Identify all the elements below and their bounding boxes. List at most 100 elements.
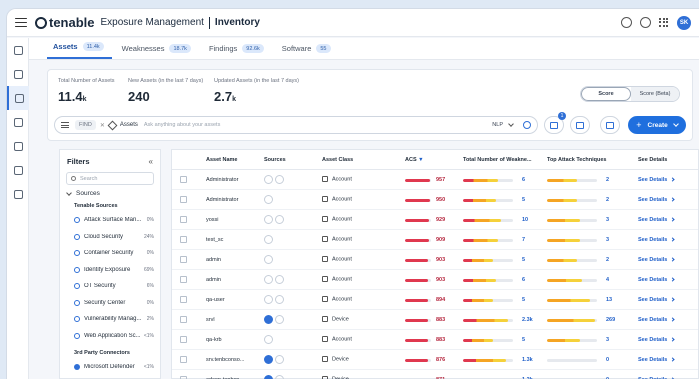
filter-source-item[interactable]: Attack Surface Man... 0% [60,212,160,229]
see-details-link[interactable]: See Details [638,197,675,203]
tab-assets[interactable]: Assets 11.4k [47,42,112,59]
row-checkbox[interactable] [180,256,187,263]
apps-grid-icon[interactable] [659,17,669,28]
nav-analytics[interactable] [7,110,29,134]
asset-name[interactable]: admin [206,257,221,263]
row-checkbox[interactable] [180,356,187,363]
weakness-count[interactable]: 10 [522,217,528,223]
filter-source-item[interactable]: Cloud Security 24% [60,229,160,246]
help-icon[interactable] [621,17,632,28]
attack-technique-count[interactable]: 3 [606,237,609,243]
table-row[interactable]: srvl Device 883 2.3k 269 See Details [172,310,698,330]
collapse-icon[interactable]: « [149,157,153,166]
column-header-asset-class[interactable]: Asset Class [322,157,353,163]
filter-button[interactable]: 1 [544,112,566,134]
tenable-logo[interactable]: tenable [35,15,95,30]
filter-source-item[interactable]: OT Security 6% [60,278,160,295]
asset-name[interactable]: qa-krb [206,337,222,343]
tab-weaknesses[interactable]: Weaknesses 18.7k [116,44,199,59]
weakness-count[interactable]: 2.3k [522,317,533,323]
weakness-count[interactable]: 7 [522,237,525,243]
row-checkbox[interactable] [180,196,187,203]
weakness-count[interactable]: 1.3k [522,357,533,363]
weakness-count[interactable]: 5 [522,197,525,203]
export-button[interactable] [570,116,590,134]
table-row[interactable]: test_sc Account 909 7 3 See Details [172,230,698,250]
table-row[interactable]: admin Account 903 5 2 See Details [172,250,698,270]
menu-icon[interactable] [15,17,27,28]
attack-technique-count[interactable]: 0 [606,357,609,363]
weakness-count[interactable]: 5 [522,337,525,343]
clear-icon[interactable]: ✕ [100,122,105,129]
weakness-count[interactable]: 5 [522,257,525,263]
asset-name[interactable]: qa-user [206,297,225,303]
attack-technique-count[interactable]: 2 [606,177,609,183]
nav-tags[interactable] [7,158,29,182]
assets-chip[interactable]: Assets [107,120,138,130]
see-details-link[interactable]: See Details [638,317,675,323]
asset-name[interactable]: srvl [206,317,215,323]
tab-findings[interactable]: Findings 92.6k [203,44,272,59]
attack-technique-count[interactable]: 3 [606,217,609,223]
see-details-link[interactable]: See Details [638,237,675,243]
weakness-count[interactable]: 5 [522,297,525,303]
attack-technique-count[interactable]: 2 [606,257,609,263]
column-header-sources[interactable]: Sources [264,157,286,163]
asset-name[interactable]: yossi [206,217,219,223]
row-checkbox[interactable] [180,276,187,283]
row-checkbox[interactable] [180,236,187,243]
see-details-link[interactable]: See Details [638,297,675,303]
see-details-link[interactable]: See Details [638,337,675,343]
row-checkbox[interactable] [180,316,187,323]
score-option[interactable]: Score [581,87,631,101]
filter-source-item[interactable]: Container Security 0% [60,245,160,262]
see-details-link[interactable]: See Details [638,177,675,183]
column-header-weaknesses[interactable]: Total Number of Weakne... [463,157,532,163]
table-row[interactable]: yossi Account 929 10 3 See Details [172,210,698,230]
row-checkbox[interactable] [180,336,187,343]
table-row[interactable]: admin Account 903 6 4 See Details [172,270,698,290]
table-row[interactable]: adcon-tenbcn...Device8711.2k0See Details [172,370,698,379]
nav-home[interactable] [7,38,29,62]
weakness-count[interactable]: 6 [522,277,525,283]
tab-software[interactable]: Software 55 [276,44,339,59]
filter-search-input[interactable]: Search [66,172,154,185]
search-input[interactable]: Ask anything about your assets [144,122,220,128]
table-row[interactable]: qa-krb Account 883 5 3 See Details [172,330,698,350]
attack-technique-count[interactable]: 13 [606,297,612,303]
see-details-link[interactable]: See Details [638,357,675,363]
asset-name[interactable]: srv.tenbconso... [206,357,244,363]
create-button[interactable]: + Create [628,116,686,134]
avatar[interactable]: SK [677,15,691,30]
attack-technique-count[interactable]: 269 [606,317,615,323]
row-checkbox[interactable] [180,176,187,183]
asset-name[interactable]: admin [206,277,221,283]
attack-technique-count[interactable]: 3 [606,337,609,343]
filter-source-item[interactable]: Security Center 0% [60,295,160,312]
row-checkbox[interactable] [180,296,187,303]
nav-connectors[interactable] [7,182,29,206]
sources-section-toggle[interactable]: Sources [60,185,160,197]
search-icon[interactable] [523,121,531,129]
filter-source-item[interactable]: Identity Exposure 69% [60,262,160,279]
column-header-asset-name[interactable]: Asset Name [206,157,238,163]
gear-icon[interactable] [640,17,651,28]
asset-name[interactable]: Administrator [206,197,238,203]
filter-source-item[interactable]: Microsoft Defender <1% [60,359,160,376]
nlp-select[interactable]: NLP [492,121,514,128]
attack-technique-count[interactable]: 2 [606,197,609,203]
see-details-link[interactable]: See Details [638,257,675,263]
attack-technique-count[interactable]: 4 [606,277,609,283]
asset-name[interactable]: Administrator [206,177,238,183]
nav-attack-paths[interactable] [7,134,29,158]
column-header-acs[interactable]: ACS ▼ [405,157,424,163]
column-header-attack-techniques[interactable]: Top Attack Techniques [547,157,607,163]
row-checkbox[interactable] [180,216,187,223]
filter-source-item[interactable]: Vulnerability Manag... 2% [60,311,160,328]
table-row[interactable]: qa-user Account 894 5 13 See Details [172,290,698,310]
nav-exposure[interactable] [7,62,29,86]
weakness-count[interactable]: 6 [522,177,525,183]
columns-button[interactable] [600,116,620,134]
table-row[interactable]: srv.tenbconso... Device 876 1.3k 0 See Detail… [172,350,698,370]
query-search-box[interactable]: FIND ✕ Assets Ask anything about your as… [54,116,538,134]
